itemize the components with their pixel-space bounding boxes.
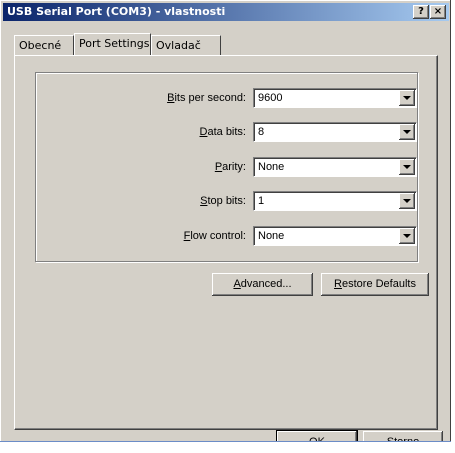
parity-label: Parity: bbox=[214, 161, 246, 173]
stop-bits-select[interactable]: 1 bbox=[253, 191, 417, 211]
tab-ovladac[interactable]: Ovladač bbox=[151, 35, 221, 55]
close-button[interactable]: × bbox=[430, 5, 446, 19]
flow-control-label: Flow control: bbox=[183, 230, 246, 242]
tab-label: Port Settings bbox=[79, 37, 150, 50]
restore-defaults-button[interactable]: Restore Defaults bbox=[321, 273, 429, 296]
bits-per-second-select[interactable]: 9600 bbox=[253, 88, 417, 108]
data-bits-label: Data bits: bbox=[199, 126, 246, 138]
selected-value: None bbox=[258, 230, 285, 242]
desktop-strip bbox=[0, 442, 451, 451]
properties-dialog: USB Serial Port (COM3) - vlastnosti ? × … bbox=[0, 0, 451, 451]
help-button[interactable]: ? bbox=[413, 5, 429, 19]
chevron-down-icon[interactable] bbox=[399, 124, 415, 140]
parity-select[interactable]: None bbox=[253, 157, 417, 177]
tab-label: Ovladač bbox=[156, 39, 201, 52]
window-title: USB Serial Port (COM3) - vlastnosti bbox=[7, 5, 226, 18]
bits-per-second-label: Bits per second: bbox=[167, 92, 246, 104]
selected-value: None bbox=[258, 161, 285, 173]
stop-bits-label: Stop bits: bbox=[200, 195, 246, 207]
chevron-down-icon[interactable] bbox=[399, 228, 415, 244]
chevron-down-icon[interactable] bbox=[399, 193, 415, 209]
flow-control-select[interactable]: None bbox=[253, 226, 417, 246]
title-bar[interactable]: USB Serial Port (COM3) - vlastnosti ? × bbox=[3, 3, 449, 21]
advanced-button[interactable]: Advanced... bbox=[212, 273, 313, 296]
selected-value: 8 bbox=[258, 126, 265, 138]
selected-value: 9600 bbox=[258, 92, 283, 104]
chevron-down-icon[interactable] bbox=[399, 90, 415, 106]
tab-obecne[interactable]: Obecné bbox=[14, 35, 74, 55]
chevron-down-icon[interactable] bbox=[399, 159, 415, 175]
selected-value: 1 bbox=[258, 195, 265, 207]
tab-port-settings[interactable]: Port Settings bbox=[74, 33, 151, 55]
tab-label: Obecné bbox=[19, 39, 62, 52]
data-bits-select[interactable]: 8 bbox=[253, 122, 417, 142]
